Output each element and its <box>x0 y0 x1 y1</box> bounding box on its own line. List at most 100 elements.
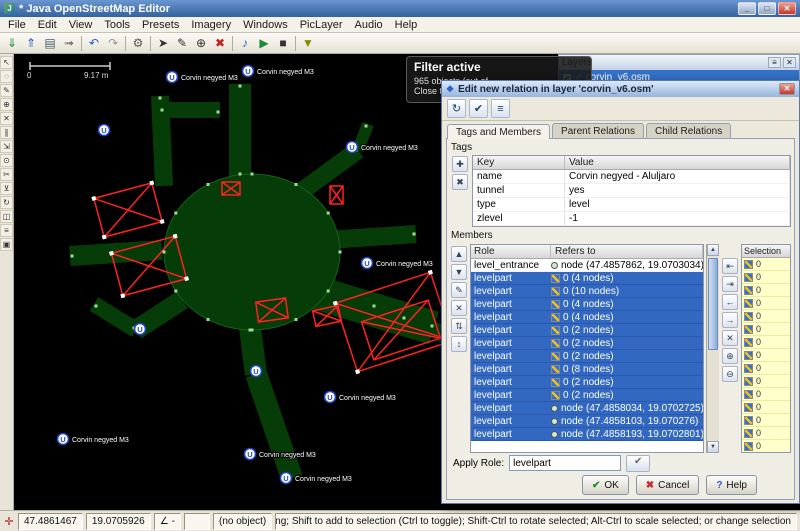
metro-entrance-marker[interactable]: UCorvin negyed M3 <box>362 258 433 269</box>
member-row[interactable]: levelpart0 (4 nodes) <box>471 272 703 285</box>
tab-tags-and-members[interactable]: Tags and Members <box>447 124 550 139</box>
menu-audio[interactable]: Audio <box>349 18 389 32</box>
members-role-header[interactable]: Role <box>471 245 551 259</box>
member-row[interactable]: levelpartnode (47.4858103, 19.070276) <box>471 415 703 428</box>
member-row[interactable]: levelpart0 (2 nodes) <box>471 376 703 389</box>
selection-row[interactable]: 0 <box>742 414 790 427</box>
tab-child-relations[interactable]: Child Relations <box>646 123 731 138</box>
scroll-down-icon[interactable]: ▼ <box>707 441 719 453</box>
draw-mode-icon[interactable]: ✎ <box>173 34 191 52</box>
menu-help[interactable]: Help <box>389 18 424 32</box>
member-row[interactable]: levelpartnode (47.4858193, 19.0702801) <box>471 428 703 441</box>
close-button[interactable]: ✕ <box>778 2 796 15</box>
member-row[interactable]: levelpart0 (2 nodes) <box>471 337 703 350</box>
member-row[interactable]: levelpart0 (2 nodes) <box>471 350 703 363</box>
apply-role-button[interactable]: ✔ <box>626 455 650 472</box>
selection-row[interactable]: 0 <box>742 388 790 401</box>
extrude-tool-icon[interactable]: ⇲ <box>0 140 13 153</box>
menu-windows[interactable]: Windows <box>237 18 294 32</box>
refresh-relation-icon[interactable]: ↻ <box>447 99 466 118</box>
selected-way-rect[interactable] <box>330 186 343 204</box>
selection-row[interactable]: 0 <box>742 323 790 336</box>
selection-row[interactable]: 0 <box>742 427 790 440</box>
members-scrollbar[interactable]: ▲ ▼ <box>706 244 719 453</box>
sort-members-icon[interactable]: ⇅ <box>451 318 467 334</box>
filter-icon[interactable]: ▼ <box>299 34 317 52</box>
menu-imagery[interactable]: Imagery <box>185 18 237 32</box>
play-icon[interactable]: ▶ <box>255 34 273 52</box>
stop-icon[interactable]: ■ <box>274 34 292 52</box>
help-button[interactable]: ?Help <box>706 475 757 495</box>
zoom-tool-icon[interactable]: ⊕ <box>0 98 13 111</box>
tab-parent-relations[interactable]: Parent Relations <box>552 123 644 138</box>
rotate-tool-icon[interactable]: ↻ <box>0 196 13 209</box>
metro-entrance-marker[interactable]: U <box>135 324 146 335</box>
apply-changes-icon[interactable]: ✔ <box>469 99 488 118</box>
delete-tag-icon[interactable]: ✖ <box>452 174 468 190</box>
scroll-up-icon[interactable]: ▲ <box>707 244 719 256</box>
menu-edit[interactable]: Edit <box>32 18 63 32</box>
dialog-close-icon[interactable]: ✕ <box>779 83 795 95</box>
reverse-order-icon[interactable]: ↕ <box>451 336 467 352</box>
tag-row[interactable]: typelevel <box>473 198 790 212</box>
menu-presets[interactable]: Presets <box>136 18 185 32</box>
selection-row[interactable]: 0 <box>742 440 790 452</box>
selection-row[interactable]: 0 <box>742 401 790 414</box>
tags-value-header[interactable]: Value <box>565 156 790 170</box>
remove-member-icon[interactable]: ✕ <box>451 300 467 316</box>
member-row[interactable]: levelpart0 (4 nodes) <box>471 298 703 311</box>
minimize-button[interactable]: _ <box>738 2 756 15</box>
tag-row[interactable]: nameCorvin negyed - Aluljaro <box>473 170 790 184</box>
member-row[interactable]: levelpart0 (2 nodes) <box>471 324 703 337</box>
layers-menu-icon[interactable]: ≡ <box>768 57 781 68</box>
selection-row[interactable]: 0 <box>742 310 790 323</box>
menu-tools[interactable]: Tools <box>98 18 136 32</box>
split-tool-icon[interactable]: ✂ <box>0 168 13 181</box>
dialog-title-bar[interactable]: ❖ Edit new relation in layer 'corvin_v6.… <box>442 81 799 97</box>
selection-row[interactable]: 0 <box>742 284 790 297</box>
menu-view[interactable]: View <box>63 18 99 32</box>
redo-icon[interactable]: ↷ <box>104 34 122 52</box>
selection-row[interactable]: 0 <box>742 258 790 271</box>
download-icon[interactable]: ⇓ <box>3 34 21 52</box>
ok-button[interactable]: ✔OK <box>582 475 629 495</box>
members-refersto-header[interactable]: Refers to <box>551 245 703 259</box>
deselect-members-icon[interactable]: ⊖ <box>722 366 738 382</box>
select-mode-icon[interactable]: ➤ <box>154 34 172 52</box>
improve-accuracy-tool-icon[interactable]: ⊙ <box>0 154 13 167</box>
remove-selected-members-icon[interactable]: ✕ <box>722 330 738 346</box>
layers-close-icon[interactable]: ✕ <box>783 57 796 68</box>
member-row[interactable]: levelpart0 (4 nodes) <box>471 311 703 324</box>
upload-icon[interactable]: ⇑ <box>22 34 40 52</box>
member-row[interactable]: levelpart0 (2 nodes) <box>471 389 703 402</box>
delete-tool-icon[interactable]: ✕ <box>0 112 13 125</box>
move-member-down-icon[interactable]: ▼ <box>451 264 467 280</box>
selection-row[interactable]: 0 <box>742 297 790 310</box>
add-selected-before-icon[interactable]: ← <box>722 294 738 310</box>
parallel-tool-icon[interactable]: ∥ <box>0 126 13 139</box>
add-selected-at-end-icon[interactable]: ⇥ <box>722 276 738 292</box>
metro-entrance-marker[interactable]: U <box>251 366 262 377</box>
save-icon[interactable]: ▤ <box>41 34 59 52</box>
add-tag-icon[interactable]: ✚ <box>452 156 468 172</box>
selected-way-rect[interactable] <box>91 180 164 239</box>
merge-tool-icon[interactable]: ⊻ <box>0 182 13 195</box>
draw-tool-icon[interactable]: ✎ <box>0 84 13 97</box>
add-selected-after-icon[interactable]: → <box>722 312 738 328</box>
select-tool-icon[interactable]: ↖ <box>0 56 13 69</box>
undo-icon[interactable]: ↶ <box>85 34 103 52</box>
selection-row[interactable]: 0 <box>742 271 790 284</box>
add-selected-at-start-icon[interactable]: ⇤ <box>722 258 738 274</box>
mirror-tool-icon[interactable]: ◫ <box>0 210 13 223</box>
select-members-icon[interactable]: ⊕ <box>722 348 738 364</box>
edit-member-icon[interactable]: ✎ <box>451 282 467 298</box>
cancel-button[interactable]: ✖Cancel <box>636 475 700 495</box>
audio-icon[interactable]: ♪ <box>236 34 254 52</box>
menu-piclayer[interactable]: PicLayer <box>294 18 349 32</box>
tag-row[interactable]: zlevel-1 <box>473 212 790 226</box>
selection-row[interactable]: 0 <box>742 362 790 375</box>
select-relation-icon[interactable]: ≡ <box>491 99 510 118</box>
metro-entrance-marker[interactable]: UCorvin negyed M3 <box>325 392 396 403</box>
maximize-button[interactable]: □ <box>758 2 776 15</box>
member-row[interactable]: level_entrancenode (47.4857862, 19.07030… <box>471 259 703 272</box>
